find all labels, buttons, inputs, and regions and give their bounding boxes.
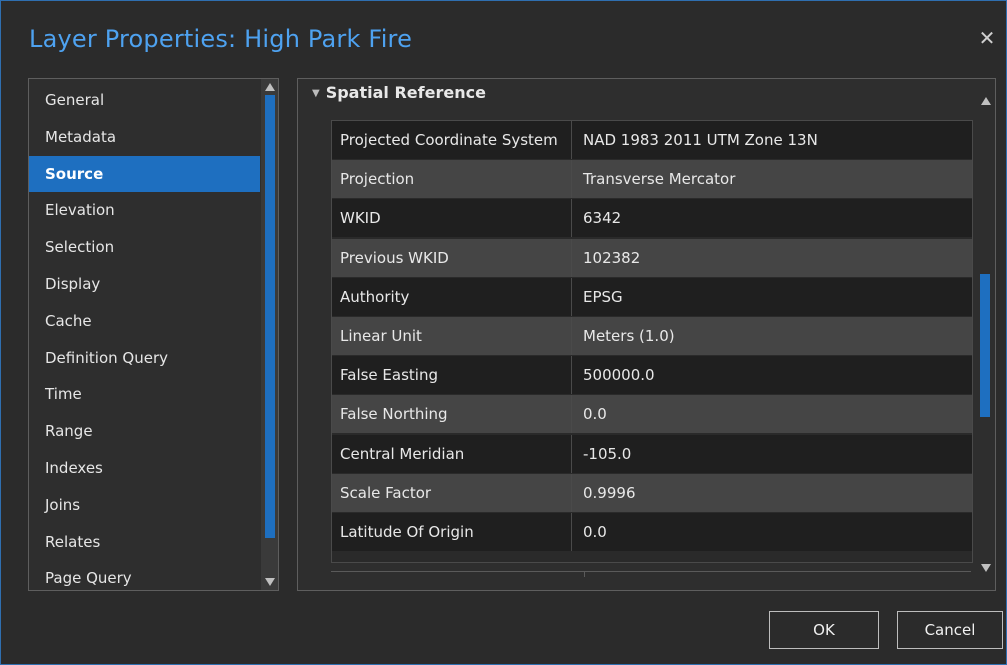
column-divider: [571, 317, 572, 355]
table-row[interactable]: Previous WKID 102382: [332, 238, 972, 277]
property-name: Projection: [340, 170, 415, 189]
property-value: 6342: [583, 209, 622, 228]
nav-item-metadata[interactable]: Metadata: [29, 119, 260, 155]
property-name: Latitude Of Origin: [340, 523, 474, 541]
property-name: Previous WKID: [340, 248, 449, 267]
table-row[interactable]: False Easting 500000.0: [332, 356, 972, 395]
property-name: Projected Coordinate System: [340, 131, 558, 149]
property-name: WKID: [340, 209, 381, 228]
property-name: False Northing: [340, 405, 448, 424]
table-row[interactable]: Scale Factor 0.9996: [332, 473, 972, 512]
column-divider: [571, 434, 572, 473]
column-divider: [571, 238, 572, 277]
property-value: EPSG: [583, 287, 623, 306]
cancel-button[interactable]: Cancel: [897, 611, 1003, 649]
panel-scrollbar[interactable]: [977, 79, 995, 590]
property-value: 0.0: [583, 523, 607, 541]
column-divider: [571, 199, 572, 238]
table-row[interactable]: WKID 6342: [332, 199, 972, 238]
property-value: NAD 1983 2011 UTM Zone 13N: [583, 131, 818, 149]
nav-item-cache[interactable]: Cache: [29, 303, 260, 339]
column-divider: [571, 277, 572, 316]
table-row[interactable]: Projected Coordinate System NAD 1983 2011…: [332, 121, 972, 159]
section-header-spatial-reference[interactable]: ▼ Spatial Reference: [312, 81, 486, 105]
properties-nav: General Metadata Source Elevation Selection D…: [28, 78, 279, 591]
property-value: Meters (1.0): [583, 327, 675, 345]
column-divider: [571, 160, 572, 199]
nav-item-indexes[interactable]: Indexes: [29, 450, 260, 486]
scroll-down-arrow-icon[interactable]: [265, 578, 275, 586]
property-value: 0.0: [583, 405, 607, 424]
collapse-caret-icon[interactable]: ▼: [312, 88, 320, 99]
property-name: False Easting: [340, 366, 438, 385]
table-row[interactable]: Linear Unit Meters (1.0): [332, 317, 972, 355]
column-divider: [571, 473, 572, 512]
scroll-up-arrow-icon[interactable]: [981, 97, 991, 105]
dialog-title: Layer Properties: High Park Fire: [29, 25, 413, 53]
source-panel: ▼ Spatial Reference Projected Coordinate …: [297, 78, 996, 591]
section-header-label: Spatial Reference: [325, 83, 486, 102]
nav-item-time[interactable]: Time: [29, 376, 260, 412]
table-footer: [331, 571, 971, 584]
table-row[interactable]: Latitude Of Origin 0.0: [332, 513, 972, 551]
property-value: 0.9996: [583, 483, 636, 502]
column-divider: [571, 121, 572, 159]
nav-item-page-query[interactable]: Page Query: [29, 560, 260, 590]
property-name: Authority: [340, 287, 410, 306]
column-divider: [571, 395, 572, 434]
property-value: -105.0: [583, 444, 632, 463]
property-value: 102382: [583, 248, 641, 267]
table-row[interactable]: Authority EPSG: [332, 277, 972, 316]
nav-item-relates[interactable]: Relates: [29, 524, 260, 560]
spatial-reference-table: Projected Coordinate System NAD 1983 2011…: [331, 120, 973, 563]
title-bar: Layer Properties: High Park Fire ✕: [1, 1, 1006, 73]
scroll-down-arrow-icon[interactable]: [981, 564, 991, 572]
nav-scroll-thumb[interactable]: [265, 95, 275, 538]
property-value: 500000.0: [583, 366, 655, 385]
nav-item-selection[interactable]: Selection: [29, 229, 260, 265]
table-row[interactable]: Projection Transverse Mercator: [332, 160, 972, 199]
nav-item-definition-query[interactable]: Definition Query: [29, 340, 260, 376]
table-row[interactable]: False Northing 0.0: [332, 395, 972, 434]
nav-item-source[interactable]: Source: [29, 155, 260, 192]
nav-item-range[interactable]: Range: [29, 413, 260, 449]
column-divider: [571, 513, 572, 551]
column-divider: [584, 572, 585, 577]
panel-scroll-thumb[interactable]: [980, 274, 990, 417]
nav-item-general[interactable]: General: [29, 82, 260, 118]
layer-properties-dialog: Layer Properties: High Park Fire ✕ Gener…: [0, 0, 1007, 665]
property-name: Central Meridian: [340, 444, 465, 463]
property-value: Transverse Mercator: [583, 170, 736, 189]
nav-item-joins[interactable]: Joins: [29, 487, 260, 523]
property-name: Scale Factor: [340, 483, 432, 502]
nav-item-elevation[interactable]: Elevation: [29, 192, 260, 228]
table-row[interactable]: Central Meridian -105.0: [332, 434, 972, 473]
nav-item-display[interactable]: Display: [29, 266, 260, 302]
nav-scrollbar[interactable]: [261, 79, 278, 590]
close-icon[interactable]: ✕: [976, 27, 998, 49]
property-name: Linear Unit: [340, 327, 422, 345]
ok-button[interactable]: OK: [769, 611, 879, 649]
column-divider: [571, 356, 572, 395]
scroll-up-arrow-icon[interactable]: [265, 83, 275, 91]
